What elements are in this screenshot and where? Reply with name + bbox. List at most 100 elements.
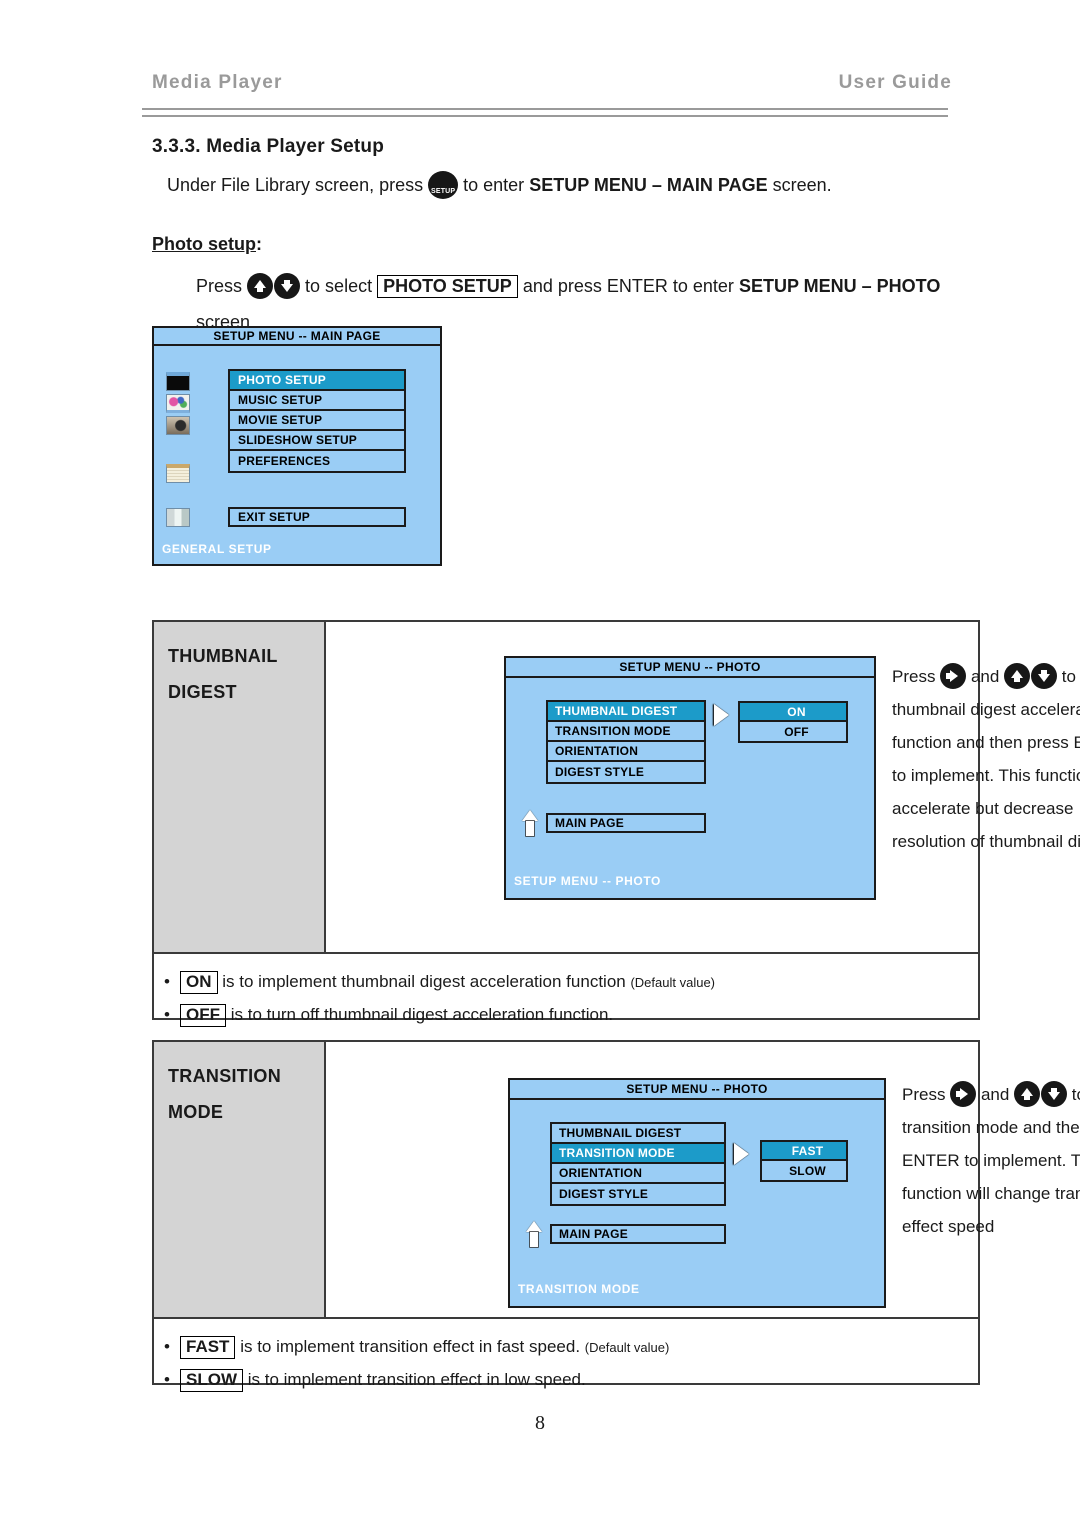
document-icon	[166, 464, 190, 483]
photo-setup-heading-underlined: Photo setup	[152, 234, 256, 254]
down-arrow-button-icon	[1041, 1081, 1068, 1107]
section2-note-row: • FAST is to implement transition effect …	[164, 1331, 978, 1364]
section1-note2-boxed: OFF	[180, 1004, 226, 1027]
section1-note-row: • OFF is to turn off thumbnail digest acc…	[164, 999, 978, 1031]
osd-setup-menu-photo-transition: SETUP MENU -- PHOTO THUMBNAIL DIGEST TRA…	[508, 1078, 886, 1308]
osd-photo1-item-orientation[interactable]: ORIENTATION	[548, 742, 704, 762]
section2-label-line2: MODE	[168, 1102, 224, 1122]
osd-photo2-right-pointer-icon	[734, 1143, 749, 1165]
section-transition-mode: TRANSITION MODE SETUP MENU -- PHOTO THUM…	[152, 1040, 1080, 1392]
section1-description-body: select thumbnail digest acceleration fun…	[892, 700, 1080, 851]
osd-photo1-title: SETUP MENU -- PHOTO	[506, 658, 874, 678]
osd-photo1-item-digest-style[interactable]: DIGEST STYLE	[548, 762, 704, 782]
intro-paragraph: Under File Library screen, press to ente…	[167, 170, 832, 207]
osd-photo2-item-orientation[interactable]: ORIENTATION	[552, 1164, 724, 1184]
photo-setup-line2-bold: PHOTO	[876, 276, 941, 296]
setup-button-icon	[428, 171, 459, 207]
osd-photo1-option-on[interactable]: ON	[740, 703, 846, 722]
section-thumbnail-digest: THUMBNAIL DIGEST SETUP MENU -- PHOTO THU…	[152, 620, 1080, 1027]
section1-label-line2: DIGEST	[168, 682, 237, 702]
section2-and-word: and	[980, 1085, 1010, 1104]
osd-photo1-option-off[interactable]: OFF	[740, 722, 846, 741]
section2-to-word: to	[1071, 1085, 1080, 1104]
intro-text-after: to enter	[463, 175, 525, 195]
osd-photo1-item-thumbnail-digest[interactable]: THUMBNAIL DIGEST	[548, 702, 704, 722]
osd-setup-menu-photo-thumbnail: SETUP MENU -- PHOTO THUMBNAIL DIGEST TRA…	[504, 656, 876, 900]
osd-photo2-option-slow[interactable]: SLOW	[762, 1161, 846, 1180]
photo-setup-bold-target: SETUP MENU –	[738, 276, 872, 296]
osd-main-item-music-setup[interactable]: MUSIC SETUP	[230, 391, 404, 411]
section1-notes: • ON is to implement thumbnail digest acc…	[154, 952, 978, 1027]
osd-photo1-item-transition-mode[interactable]: TRANSITION MODE	[548, 722, 704, 742]
osd-main-item-slideshow-setup[interactable]: SLIDESHOW SETUP	[230, 431, 404, 451]
section2-note2-text: is to implement transition effect in low…	[247, 1370, 586, 1389]
section2-description: Press and to select transition mode and …	[902, 1078, 1080, 1243]
bullet-icon: •	[164, 1337, 170, 1356]
osd-main-title: SETUP MENU -- MAIN PAGE	[154, 328, 440, 346]
osd-photo2-up-arrow-icon	[526, 1221, 542, 1247]
page-number: 8	[535, 1412, 545, 1434]
osd-photo2-title: SETUP MENU -- PHOTO	[510, 1080, 884, 1100]
osd-main-footer-label: GENERAL SETUP	[162, 542, 272, 556]
section1-updown-buttons-icon	[1004, 660, 1058, 693]
section1-body-cell: SETUP MENU -- PHOTO THUMBNAIL DIGEST TRA…	[326, 622, 1080, 952]
section1-top-row: THUMBNAIL DIGEST SETUP MENU -- PHOTO THU…	[154, 622, 1080, 952]
right-arrow-button-icon	[950, 1081, 977, 1107]
section1-note2-text: is to turn off thumbnail digest accelera…	[230, 1005, 614, 1024]
section2-note2-boxed: SLOW	[180, 1369, 243, 1392]
osd-main-item-list: PHOTO SETUP MUSIC SETUP MOVIE SETUP SLID…	[228, 369, 406, 473]
osd-photo2-item-main-page[interactable]: MAIN PAGE	[550, 1224, 726, 1244]
section2-updown-buttons-icon	[1014, 1078, 1068, 1111]
osd-photo1-right-pointer-icon	[714, 704, 729, 726]
osd-photo2-item-thumbnail-digest[interactable]: THUMBNAIL DIGEST	[552, 1124, 724, 1144]
right-arrow-button-icon	[940, 663, 967, 689]
bullet-icon: •	[164, 972, 170, 991]
osd-main-item-exit-setup[interactable]: EXIT SETUP	[228, 507, 406, 527]
up-arrow-button-icon	[247, 273, 274, 299]
movie-camera-icon	[166, 416, 190, 435]
up-arrow-button-icon	[1014, 1081, 1041, 1107]
osd-photo2-item-list: THUMBNAIL DIGEST TRANSITION MODE ORIENTA…	[550, 1122, 726, 1206]
osd-photo1-up-arrow-icon	[522, 810, 538, 836]
photo-setup-heading-colon: :	[256, 234, 262, 254]
down-arrow-button-icon	[274, 273, 301, 299]
section2-note1-text: is to implement transition effect in fas…	[240, 1337, 581, 1356]
section1-note1-text: is to implement thumbnail digest acceler…	[222, 972, 626, 991]
osd-photo1-item-list: THUMBNAIL DIGEST TRANSITION MODE ORIENTA…	[546, 700, 706, 784]
bullet-icon: •	[164, 1370, 170, 1389]
page-section-heading: 3.3.3. Media Player Setup	[152, 136, 385, 157]
exit-door-icon	[166, 508, 190, 527]
document-page: Media Player User Guide 3.3.3. Media Pla…	[0, 0, 1080, 1528]
section2-note-row: • SLOW is to implement transition effect …	[164, 1364, 978, 1396]
up-arrow-button-icon	[1004, 663, 1031, 689]
down-arrow-button-icon	[1031, 663, 1058, 689]
photo-setup-heading: Photo setup:	[152, 234, 262, 255]
boxed-photo-setup: PHOTO SETUP	[377, 275, 518, 298]
section1-note1-suffix: (Default value)	[630, 975, 716, 990]
osd-photo2-option-fast[interactable]: FAST	[762, 1142, 846, 1161]
music-note-icon	[166, 394, 190, 413]
updown-buttons-icon	[247, 268, 301, 304]
bullet-icon: •	[164, 1005, 170, 1024]
section1-to-word: to	[1061, 667, 1076, 686]
section1-press-word: Press	[892, 667, 936, 686]
osd-main-item-photo-setup[interactable]: PHOTO SETUP	[230, 371, 404, 391]
section2-notes: • FAST is to implement transition effect …	[154, 1317, 978, 1392]
section1-label-line1: THUMBNAIL	[168, 646, 278, 666]
osd-photo1-option-list: ON OFF	[738, 701, 848, 743]
section2-note1-suffix: (Default value)	[584, 1340, 670, 1355]
section2-press-word: Press	[902, 1085, 946, 1104]
osd-photo2-item-transition-mode[interactable]: TRANSITION MODE	[552, 1144, 724, 1164]
to-select-text: to select	[305, 276, 373, 296]
osd-photo1-item-main-page[interactable]: MAIN PAGE	[546, 813, 706, 833]
section1-note1-boxed: ON	[180, 971, 218, 994]
section1-label-cell: THUMBNAIL DIGEST	[154, 622, 326, 952]
osd-main-item-preferences[interactable]: PREFERENCES	[230, 451, 404, 471]
section2-body-cell: SETUP MENU -- PHOTO THUMBNAIL DIGEST TRA…	[326, 1042, 1080, 1317]
osd-setup-menu-main-page: SETUP MENU -- MAIN PAGE PHOTO SETUP MUSI…	[152, 326, 442, 566]
photo-thumbnail-icon	[166, 372, 190, 391]
press-word: Press	[196, 276, 243, 296]
section2-top-row: TRANSITION MODE SETUP MENU -- PHOTO THUM…	[154, 1042, 1080, 1317]
osd-photo2-item-digest-style[interactable]: DIGEST STYLE	[552, 1184, 724, 1204]
osd-main-item-movie-setup[interactable]: MOVIE SETUP	[230, 411, 404, 431]
